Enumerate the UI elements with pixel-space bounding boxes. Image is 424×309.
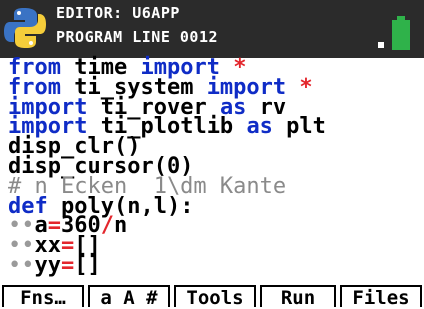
code-token: as xyxy=(246,114,273,140)
code-token: n xyxy=(114,213,128,239)
code-token: [] xyxy=(74,253,101,278)
title-bar: EDITOR: U6APP PROGRAM LINE 0012 xyxy=(0,0,424,58)
text-mode-softkey[interactable]: a A # xyxy=(88,285,170,309)
run-softkey[interactable]: Run xyxy=(260,285,336,309)
code-editor[interactable]: from time import * from ti_system import … xyxy=(0,56,424,277)
code-line[interactable]: ••yy=[] xyxy=(8,255,101,277)
fns-softkey[interactable]: Fns… xyxy=(2,285,84,309)
code-token: * xyxy=(286,74,313,100)
program-line-indicator: PROGRAM LINE 0012 xyxy=(56,28,219,46)
code-token: yy xyxy=(34,253,62,278)
code-token: plt xyxy=(272,114,326,140)
code-token: = xyxy=(61,253,75,278)
python-logo-icon xyxy=(4,8,46,48)
editor-title: EDITOR: U6APP xyxy=(56,4,180,22)
files-softkey[interactable]: Files xyxy=(340,285,422,309)
tools-softkey[interactable]: Tools xyxy=(174,285,256,309)
code-token: •• xyxy=(8,253,35,278)
code-token: / xyxy=(100,213,114,239)
softkey-bar: Fns… a A # Tools Run Files xyxy=(0,283,424,309)
battery-icon xyxy=(378,16,410,50)
